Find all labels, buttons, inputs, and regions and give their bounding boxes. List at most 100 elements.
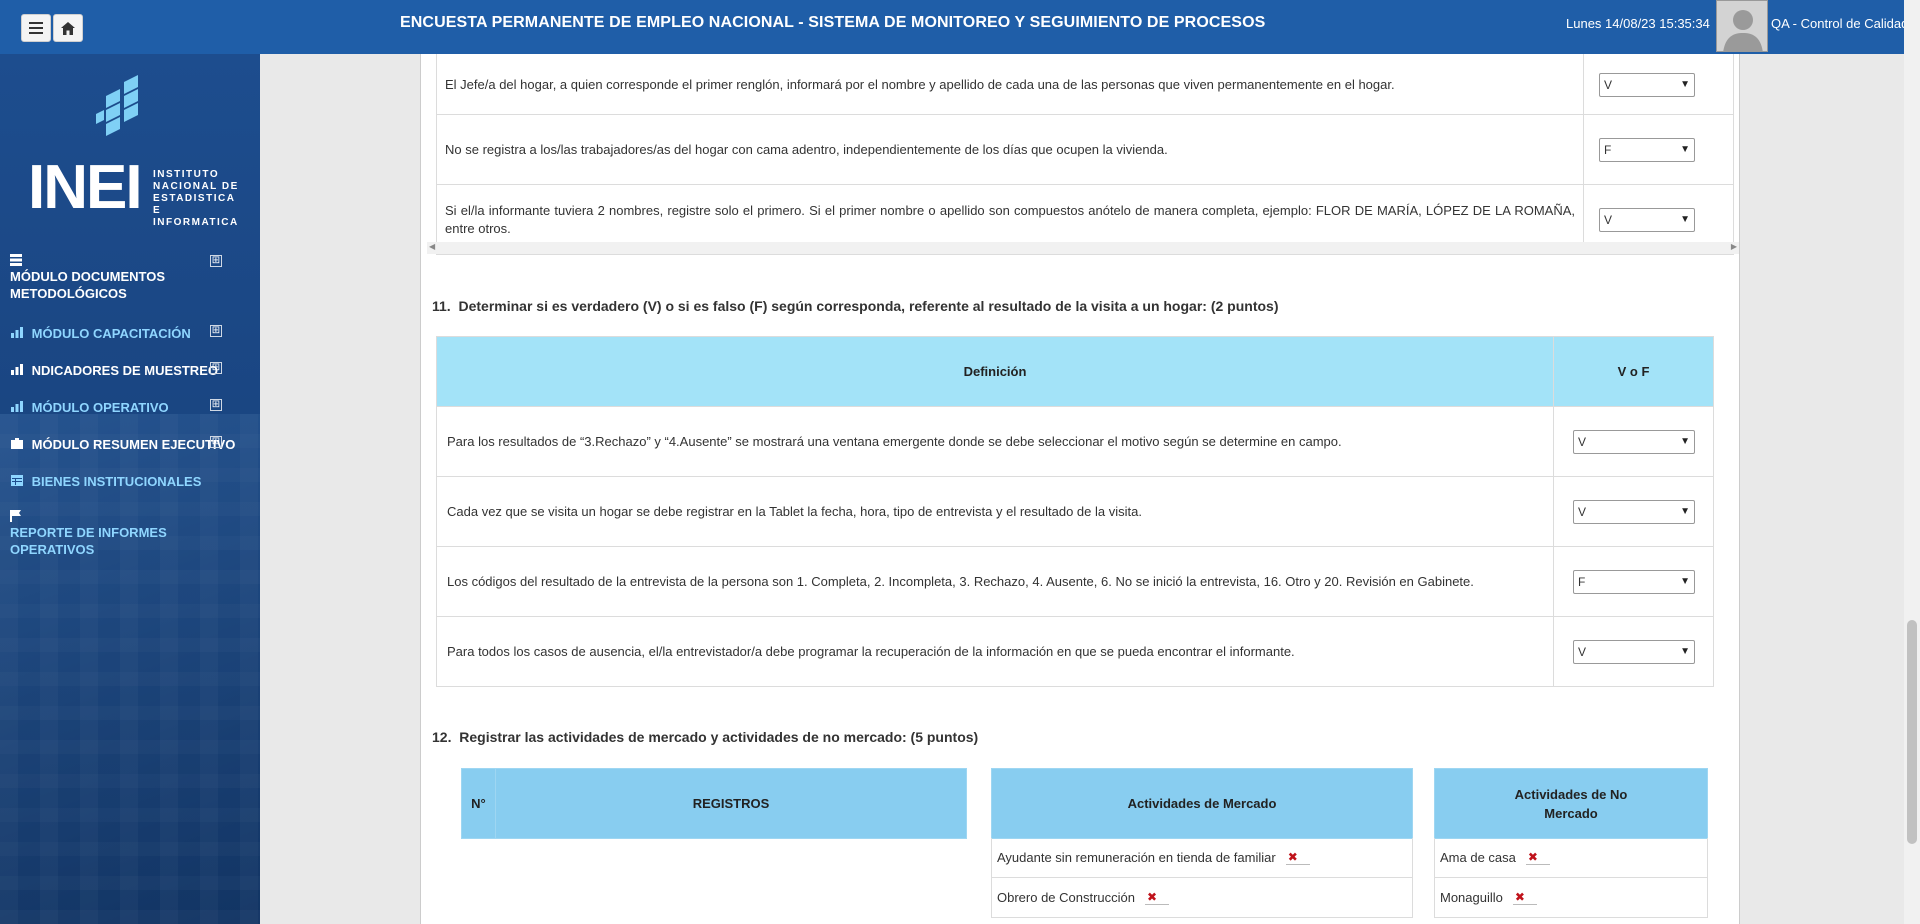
- inei-subtitle: INSTITUTO NACIONAL DE ESTADISTICA E INFO…: [153, 169, 239, 228]
- remove-icon[interactable]: ✖: [1525, 850, 1550, 865]
- sidebar-item-documentos[interactable]: MÓDULO DOCUMENTOS METODOLÓGICOS: [10, 254, 240, 302]
- sidebar-item-label: REPORTE DE INFORMES OPERATIVOS: [10, 525, 167, 557]
- sidebar-item-operativo[interactable]: MÓDULO OPERATIVO: [10, 399, 240, 416]
- mercado-list: Ayudante sin remuneración en tienda de f…: [991, 838, 1413, 918]
- column-header-no-mercado: Actividades de No Mercado: [1434, 768, 1708, 839]
- user-silhouette-icon: [1717, 1, 1767, 51]
- activity-label: Monaguillo: [1440, 890, 1503, 905]
- table-row: Para todos los casos de ausencia, el/la …: [435, 616, 1714, 687]
- expand-icon[interactable]: ⊞: [210, 399, 222, 411]
- expand-icon[interactable]: ⊞: [210, 325, 222, 337]
- column-header-vof: V o F: [1553, 336, 1714, 407]
- menu-toggle-button[interactable]: [21, 14, 51, 42]
- chevron-down-icon: ▼: [1680, 506, 1691, 517]
- q11-table: Definición V o F Para los resultados de …: [435, 336, 1714, 687]
- q11-statement-1: Para los resultados de “3.Rechazo” y “4.…: [435, 406, 1555, 477]
- q11-answer-select-4[interactable]: V ▼: [1573, 639, 1696, 664]
- q10-statement-2: No se registra a los/las trabajadores/as…: [435, 114, 1585, 185]
- q11-statement-2: Cada vez que se visita un hogar se debe …: [435, 476, 1555, 547]
- main-content: El Jefe/a del hogar, a quien corresponde…: [420, 54, 1740, 924]
- table-row: Para los resultados de “3.Rechazo” y “4.…: [435, 406, 1714, 477]
- table-row: Los códigos del resultado de la entrevis…: [435, 546, 1714, 617]
- q10-answer-select-1[interactable]: V ▼: [1599, 72, 1696, 97]
- sidebar-item-resumen[interactable]: MÓDULO RESUMEN EJECUTIVO: [10, 436, 240, 453]
- chevron-down-icon: ▼: [1680, 576, 1691, 587]
- q11-statement-4: Para todos los casos de ausencia, el/la …: [435, 616, 1555, 687]
- bar-chart-icon: [11, 401, 23, 412]
- horizontal-scrollbar[interactable]: ◀ ▶: [427, 242, 1739, 254]
- sidebar-item-label: BIENES INSTITUCIONALES: [31, 474, 202, 489]
- table-row: Cada vez que se visita un hogar se debe …: [435, 476, 1714, 547]
- top-bar: ENCUESTA PERMANENTE DE EMPLEO NACIONAL -…: [0, 0, 1920, 54]
- user-avatar[interactable]: [1716, 0, 1768, 52]
- activity-label: Ayudante sin remuneración en tienda de f…: [997, 850, 1276, 865]
- q10-statement-1: El Jefe/a del hogar, a quien corresponde…: [435, 54, 1585, 115]
- expand-icon[interactable]: ⊞: [210, 255, 222, 267]
- scroll-left-icon[interactable]: ◀: [429, 242, 435, 251]
- current-datetime: Lunes 14/08/23 15:35:34: [1566, 16, 1710, 31]
- column-header-definicion: Definición: [435, 336, 1555, 407]
- q10-answer-select-3[interactable]: V ▼: [1599, 207, 1696, 232]
- database-icon: [10, 254, 22, 266]
- user-role[interactable]: QA - Control de Calidad: [1771, 16, 1908, 31]
- table-row: El Jefe/a del hogar, a quien corresponde…: [435, 54, 1734, 115]
- scroll-right-icon[interactable]: ▶: [1731, 242, 1737, 251]
- remove-icon[interactable]: ✖: [1512, 890, 1537, 905]
- inei-logo-mark: [96, 75, 138, 136]
- scroll-thumb[interactable]: [1907, 620, 1917, 844]
- column-header-mercado: Actividades de Mercado: [991, 768, 1413, 839]
- q11-title: 11. Determinar si es verdadero (V) o si …: [432, 298, 1279, 314]
- table-row: No se registra a los/las trabajadores/as…: [435, 114, 1734, 185]
- remove-icon[interactable]: ✖: [1285, 850, 1310, 865]
- building-background-image: [0, 414, 260, 924]
- list-item[interactable]: Monaguillo ✖: [1435, 878, 1707, 918]
- app-title: ENCUESTA PERMANENTE DE EMPLEO NACIONAL -…: [400, 14, 1266, 31]
- column-header-numero: N°: [461, 768, 496, 839]
- list-item[interactable]: Obrero de Construcción ✖: [992, 878, 1412, 918]
- expand-icon[interactable]: ⊞: [210, 362, 222, 374]
- sidebar-item-label: MÓDULO OPERATIVO: [31, 400, 169, 415]
- sidebar-item-label: MÓDULO CAPACITACIÓN: [31, 326, 191, 341]
- sidebar-item-indicadores[interactable]: NDICADORES DE MUESTREO: [10, 362, 240, 379]
- inei-wordmark: INEI: [28, 153, 143, 222]
- sidebar-item-label: NDICADORES DE MUESTREO: [31, 363, 218, 378]
- table-header-row: Definición V o F: [435, 336, 1714, 407]
- sidebar-item-capacitacion[interactable]: MÓDULO CAPACITACIÓN: [10, 325, 240, 342]
- bar-chart-icon: [11, 364, 23, 375]
- sidebar-item-label: MÓDULO DOCUMENTOS METODOLÓGICOS: [10, 269, 166, 301]
- expand-icon[interactable]: ⊞: [210, 436, 222, 448]
- sidebar-item-bienes[interactable]: BIENES INSTITUCIONALES: [10, 473, 240, 490]
- table-header-row: N° REGISTROS: [461, 768, 968, 839]
- no-mercado-list: Ama de casa ✖ Monaguillo ✖: [1434, 838, 1708, 918]
- registros-table: N° REGISTROS: [461, 768, 968, 839]
- chevron-down-icon: ▼: [1680, 144, 1691, 155]
- remove-icon[interactable]: ✖: [1145, 890, 1170, 905]
- mercado-table: Actividades de Mercado: [991, 768, 1413, 839]
- chevron-down-icon: ▼: [1680, 79, 1691, 90]
- column-header-registros: REGISTROS: [494, 768, 968, 839]
- inei-logo: INEI INSTITUTO NACIONAL DE ESTADISTICA E…: [28, 74, 238, 234]
- home-button[interactable]: [53, 14, 83, 42]
- briefcase-icon: [11, 438, 23, 449]
- chevron-down-icon: ▼: [1680, 646, 1691, 657]
- list-item[interactable]: Ayudante sin remuneración en tienda de f…: [992, 838, 1412, 878]
- no-mercado-table: Actividades de No Mercado: [1434, 768, 1708, 839]
- activity-label: Obrero de Construcción: [997, 890, 1136, 905]
- q11-statement-3: Los códigos del resultado de la entrevis…: [435, 546, 1555, 617]
- q10-table: El Jefe/a del hogar, a quien corresponde…: [435, 54, 1734, 255]
- list-item[interactable]: Ama de casa ✖: [1435, 838, 1707, 878]
- q11-answer-select-2[interactable]: V ▼: [1573, 499, 1696, 524]
- sidebar-item-reporte[interactable]: REPORTE DE INFORMES OPERATIVOS: [10, 510, 240, 558]
- flag-icon: [10, 510, 21, 522]
- hamburger-icon: [29, 22, 43, 34]
- q11-answer-select-1[interactable]: V ▼: [1573, 429, 1696, 454]
- q11-answer-select-3[interactable]: F ▼: [1573, 569, 1696, 594]
- table-header-row: Actividades de Mercado: [991, 768, 1413, 839]
- q10-answer-select-2[interactable]: F ▼: [1599, 137, 1696, 162]
- sidebar: INEI INSTITUTO NACIONAL DE ESTADISTICA E…: [0, 54, 260, 924]
- page-scrollbar[interactable]: [1904, 0, 1920, 924]
- table-icon: [11, 475, 23, 486]
- q12-title: 12. Registrar las actividades de mercado…: [432, 729, 979, 745]
- chevron-down-icon: ▼: [1680, 214, 1691, 225]
- chevron-down-icon: ▼: [1680, 436, 1691, 447]
